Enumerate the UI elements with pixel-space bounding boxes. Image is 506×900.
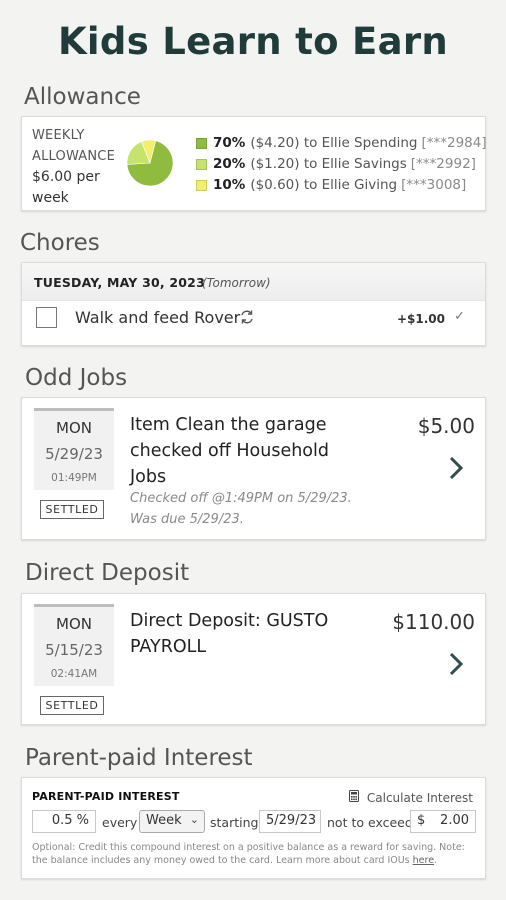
chevron-right-icon[interactable] — [449, 650, 464, 683]
every-label: every — [102, 815, 138, 830]
legend-amount: ($1.20) — [250, 156, 300, 172]
status-badge: SETTLED — [40, 696, 104, 715]
section-title-interest: Parent-paid Interest — [25, 745, 253, 771]
interest-cap-input[interactable]: $ 2.00 — [410, 810, 476, 833]
legend-amount: ($0.60) — [250, 177, 300, 193]
allowance-amount-1: $6.00 per — [32, 169, 100, 185]
legend-pct: 10% — [213, 177, 246, 193]
transaction-date: 5/15/23 — [45, 641, 103, 659]
transaction-amount: $110.00 — [392, 610, 475, 634]
legend-amount: ($4.20) — [250, 135, 300, 151]
interest-period-select[interactable]: Week ⌄ — [139, 810, 205, 833]
transaction-title: Direct Deposit: GUSTO PAYROLL — [130, 611, 329, 657]
chore-name[interactable]: Walk and feed Rover — [75, 308, 240, 327]
legend-swatch — [196, 159, 207, 170]
chore-date-note: (Tomorrow) — [202, 276, 271, 290]
transaction-date-box: MON 5/15/23 02:41AM — [34, 604, 114, 686]
transaction-date: 5/29/23 — [45, 445, 103, 463]
app-title: Kids Learn to Earn — [57, 20, 449, 63]
chevron-right-icon[interactable] — [449, 454, 464, 487]
transaction-sub-line2: Was due 5/29/23. — [130, 512, 244, 527]
transaction-dow: MON — [56, 615, 92, 633]
legend-row-giving: 10% ($0.60) to Ellie Giving [***3008] — [196, 175, 487, 196]
interest-card: PARENT-PAID INTEREST Calculate Interest … — [21, 777, 486, 879]
calculator-icon — [349, 790, 363, 805]
odd-job-transaction[interactable]: MON 5/29/23 01:49PM SETTLED Item Clean t… — [21, 397, 486, 540]
chore-checkbox[interactable] — [36, 307, 57, 328]
calculate-interest-link[interactable]: Calculate Interest — [349, 790, 473, 805]
transaction-sub-line1: Checked off @1:49PM on 5/29/23. — [130, 491, 352, 506]
legend-swatch — [196, 180, 207, 191]
section-title-allowance: Allowance — [24, 84, 141, 110]
legend-account: [***2992] — [410, 156, 476, 172]
allowance-pie-chart — [126, 139, 174, 187]
transaction-amount: $5.00 — [417, 414, 475, 438]
legend-to: to Ellie Giving — [303, 177, 398, 193]
chevron-down-icon: ⌄ — [189, 813, 199, 826]
calculate-interest-label: Calculate Interest — [366, 791, 473, 805]
interest-period-value: Week — [146, 813, 182, 828]
interest-note: Optional: Credit this compound interest … — [32, 841, 482, 867]
transaction-time: 02:41AM — [50, 668, 98, 680]
legend-to: to Ellie Savings — [303, 156, 407, 172]
direct-deposit-transaction[interactable]: MON 5/15/23 02:41AM SETTLED Direct Depos… — [21, 593, 486, 725]
card-ious-link[interactable]: here — [413, 855, 434, 866]
section-title-direct-deposit: Direct Deposit — [25, 560, 190, 586]
not-to-exceed-label: not to exceed — [327, 815, 413, 830]
allowance-legend: 70% ($4.20) to Ellie Spending [***2984] … — [196, 133, 487, 196]
legend-account: [***2984] — [421, 135, 487, 151]
interest-note-text: Optional: Credit this compound interest … — [32, 842, 465, 866]
legend-account: [***3008] — [401, 177, 467, 193]
transaction-title: Item Clean the garage checked off Househ… — [130, 415, 329, 487]
allowance-amount-2: week — [32, 190, 69, 206]
section-title-odd-jobs: Odd Jobs — [25, 365, 128, 391]
status-badge: SETTLED — [40, 500, 104, 519]
chores-card: TUESDAY, MAY 30, 2023 (Tomorrow) Walk an… — [21, 262, 486, 346]
check-icon: ✓ — [454, 309, 465, 324]
transaction-time: 01:49PM — [51, 472, 97, 484]
interest-note-end: . — [434, 855, 438, 866]
transaction-date-box: MON 5/29/23 01:49PM — [34, 408, 114, 490]
chore-date: TUESDAY, MAY 30, 2023 — [34, 275, 205, 290]
chore-reward: +$1.00 — [396, 312, 445, 326]
cap-currency-symbol: $ — [417, 813, 426, 828]
legend-swatch — [196, 138, 207, 149]
start-date-input[interactable]: 5/29/23 — [259, 810, 321, 833]
transaction-subtitle: Checked off @1:49PM on 5/29/23. Was due … — [130, 488, 380, 530]
section-title-chores: Chores — [20, 230, 100, 256]
allowance-card[interactable]: WEEKLY ALLOWANCE $6.00 per week 70% ($4.… — [21, 116, 487, 211]
interest-label: PARENT-PAID INTEREST — [32, 790, 180, 803]
allowance-label-1: WEEKLY — [32, 128, 85, 143]
legend-row-spending: 70% ($4.20) to Ellie Spending [***2984] — [196, 133, 487, 154]
interest-rate-input[interactable]: 0.5 % — [32, 810, 96, 833]
cap-value: 2.00 — [440, 813, 469, 828]
allowance-label-2: ALLOWANCE — [32, 149, 115, 164]
repeat-icon — [239, 309, 255, 329]
legend-row-savings: 20% ($1.20) to Ellie Savings [***2992] — [196, 154, 487, 175]
allowance-summary: WEEKLY ALLOWANCE $6.00 per week — [32, 125, 122, 209]
transaction-dow: MON — [56, 419, 92, 437]
legend-pct: 20% — [213, 156, 246, 172]
starting-label: starting — [210, 815, 259, 830]
legend-pct: 70% — [213, 135, 246, 151]
legend-to: to Ellie Spending — [303, 135, 418, 151]
chore-date-header: TUESDAY, MAY 30, 2023 (Tomorrow) — [22, 263, 485, 301]
